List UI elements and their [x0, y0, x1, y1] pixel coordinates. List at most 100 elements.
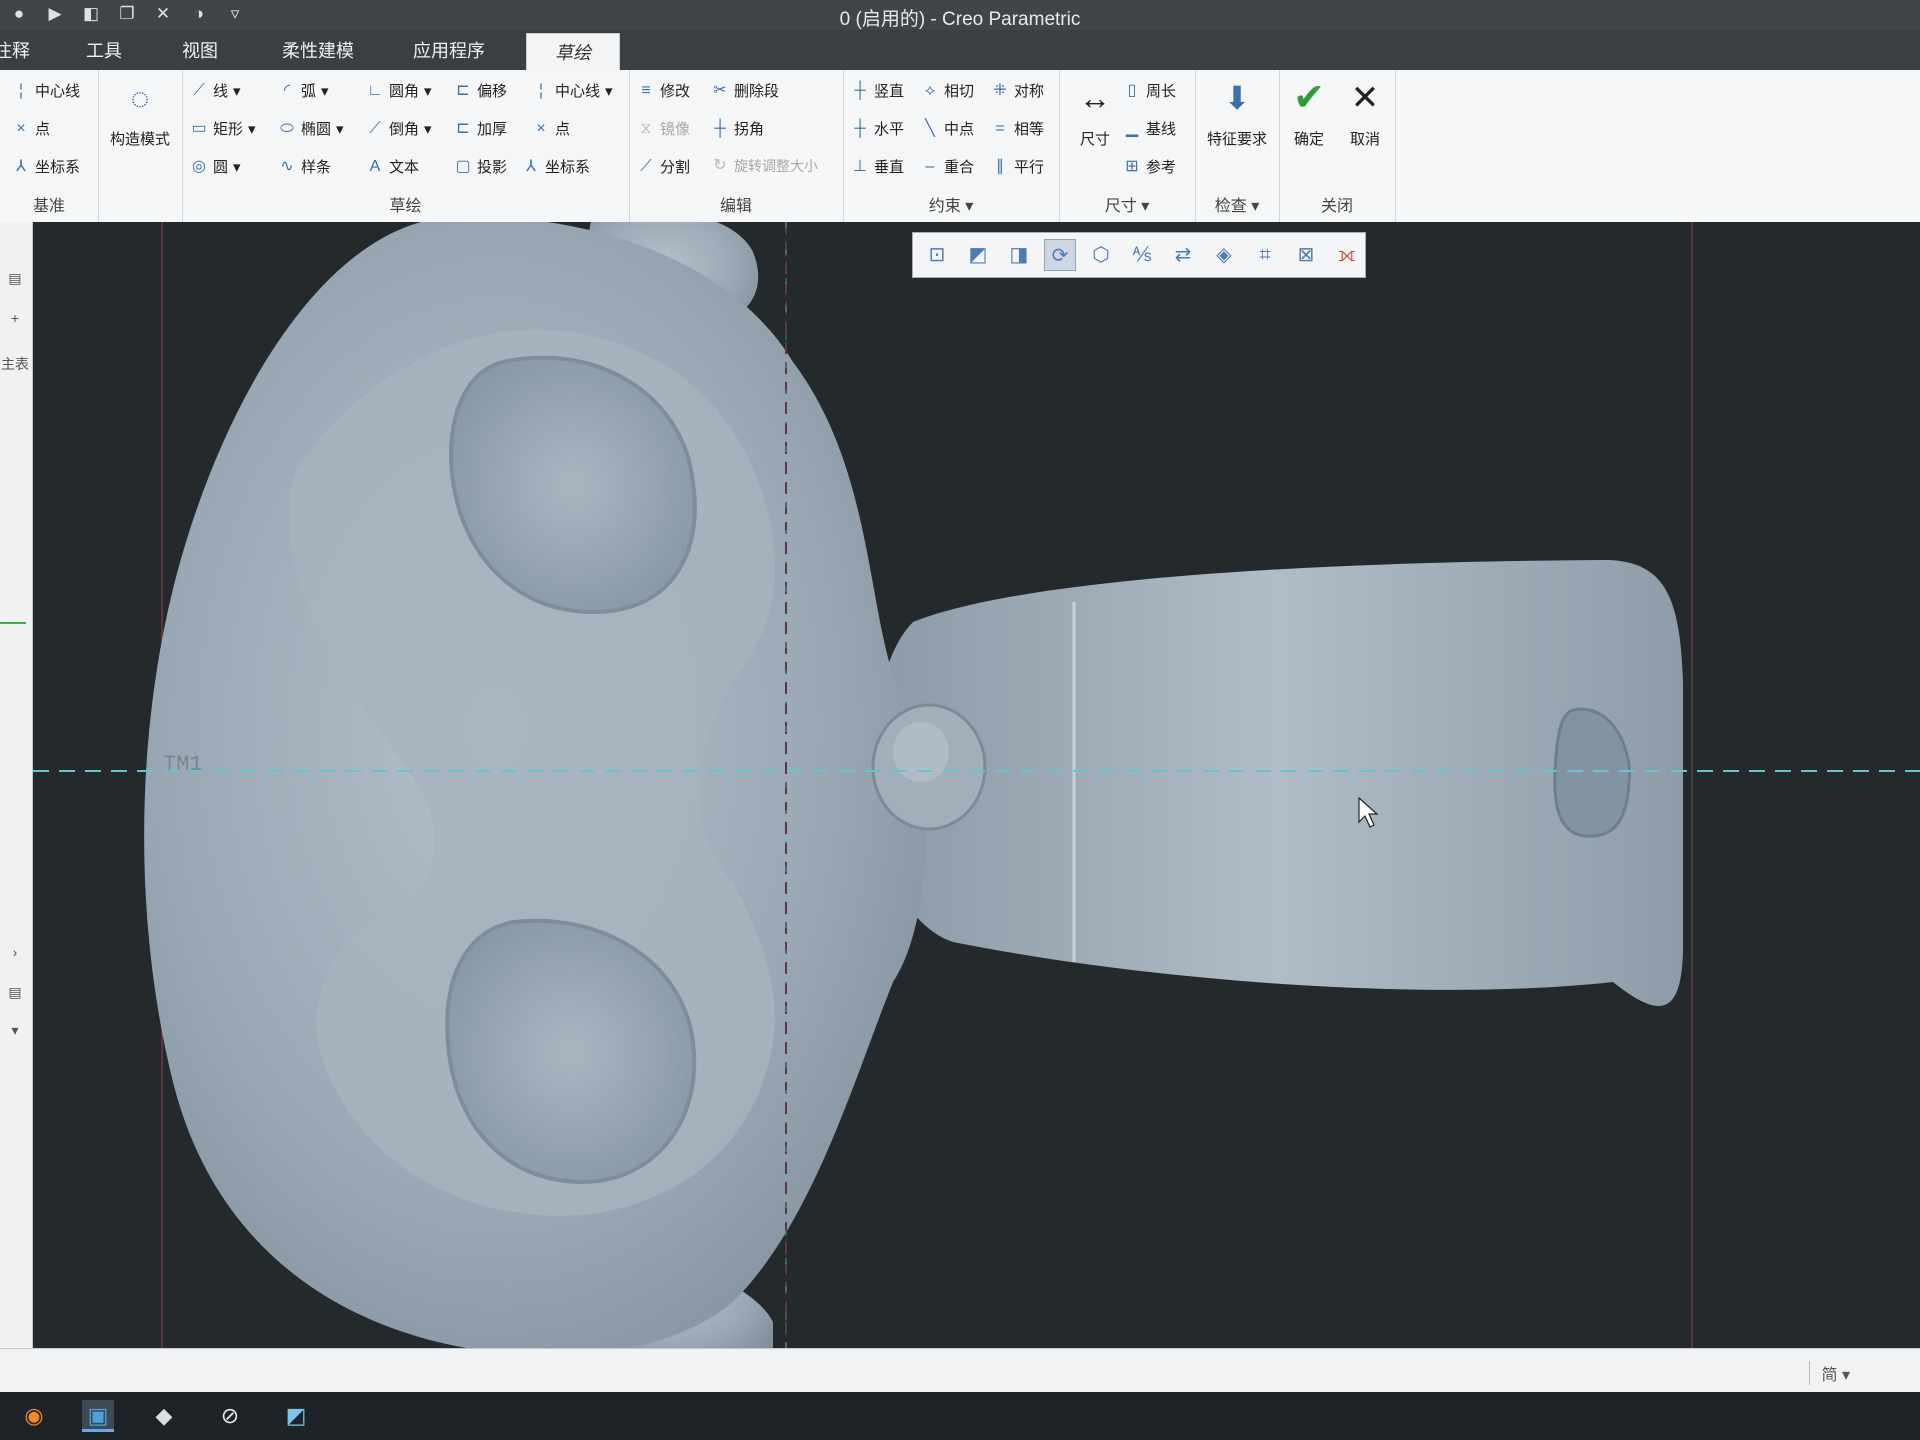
group-constrain: ┼ 竖直 ⟡ 相切 ⁜ 对称 ┼ 水平 ╲ 中点 = 相等 ⊥ 垂直 ‒ 重合 ∥ 平行 约束 ▾ — [843, 70, 1060, 222]
centerline-button[interactable]: ¦ 中心线 — [12, 80, 80, 101]
feature-requirements-button[interactable]: ⬇ 特征要求 — [1197, 70, 1277, 149]
line-button[interactable]: ⟋ 线 ▾ — [190, 80, 241, 101]
model-canvas[interactable]: TM1 — [33, 222, 1920, 1348]
sketcher-display-icon[interactable]: ⟗ — [1331, 239, 1363, 271]
circle-button[interactable]: ◎ 圆 ▾ — [190, 156, 241, 177]
symmetric-constraint-button[interactable]: ⁜ 对称 — [991, 80, 1044, 101]
mirror-icon: ⧖ — [640, 119, 652, 137]
construction-mode-button[interactable]: ◌ 构造模式 — [108, 70, 172, 149]
chevron-down-icon[interactable]: ▾ — [0, 1022, 30, 1039]
coincident-constraint-button[interactable]: ‒ 重合 — [921, 156, 974, 177]
thicken-button[interactable]: ⊏ 加厚 — [454, 118, 507, 139]
reference-button[interactable]: ⊞ 参考 — [1123, 156, 1176, 177]
taskbar: ◉ ▣ ◆ ⊘ ◩ — [0, 1392, 1920, 1440]
tab-view[interactable]: 视图 — [182, 30, 218, 70]
divide-button[interactable]: ⟋ 分割 — [637, 156, 690, 177]
sketch-point-button[interactable]: × 点 — [532, 118, 570, 139]
text-icon: A — [369, 157, 381, 175]
chevron-down-icon[interactable]: ▾ — [233, 158, 241, 176]
chevron-down-icon[interactable]: ▾ — [233, 82, 241, 100]
group-title-dimension[interactable]: 尺寸 ▾ — [1059, 192, 1195, 216]
sketch-view-icon[interactable]: ⌗ — [1249, 239, 1281, 271]
circle-icon: ◎ — [192, 157, 206, 175]
chevron-right-icon[interactable]: › — [0, 944, 30, 960]
perpendicular-icon: ⊥ — [853, 157, 867, 175]
dimension-button[interactable]: ↔ 尺寸 — [1063, 70, 1127, 149]
add-icon[interactable]: + — [0, 310, 30, 326]
datum-display-icon[interactable]: ⊠ — [1290, 239, 1322, 271]
spline-button[interactable]: ∿ 样条 — [278, 156, 331, 177]
checkmark-icon: ✔ — [1293, 77, 1325, 119]
group-title-inspect[interactable]: 检查 ▾ — [1195, 192, 1279, 216]
creo-icon[interactable]: ▣ — [82, 1400, 114, 1432]
baseline-button[interactable]: ▁ 基线 — [1123, 118, 1176, 139]
sketch-app-icon[interactable]: ⊘ — [214, 1400, 246, 1432]
corner-button[interactable]: ┼ 拐角 — [711, 118, 764, 139]
group-title-sketch: 草绘 — [389, 198, 422, 215]
ellipse-button[interactable]: ⬭ 椭圆 ▾ — [278, 118, 344, 139]
repaint-icon[interactable]: ⟳ — [1044, 239, 1076, 271]
notes-icon[interactable]: ◩ — [280, 1400, 312, 1432]
vertical-constraint-button[interactable]: ┼ 竖直 — [851, 80, 904, 101]
rotate-resize-button[interactable]: ↻ 旋转调整大小 — [711, 156, 818, 176]
sketch-centerline-button[interactable]: ¦ 中心线 ▾ — [532, 80, 613, 101]
tab-sketch[interactable]: 草绘 — [526, 33, 620, 71]
zoom-out-icon[interactable]: ◨ — [1003, 239, 1035, 271]
dimension-icon: ↔ — [1079, 80, 1111, 116]
view-manager-icon[interactable]: ⇄ — [1167, 239, 1199, 271]
delete-segment-button[interactable]: ✂ 删除段 — [711, 80, 779, 101]
zoom-in-icon[interactable]: ◩ — [962, 239, 994, 271]
perimeter-button[interactable]: ▯ 周长 — [1123, 80, 1176, 101]
centerline-icon: ¦ — [18, 81, 24, 99]
saved-orientation-icon[interactable]: ⅍ — [1126, 239, 1158, 271]
input-method-indicator[interactable]: 简 ▾ — [1808, 1361, 1850, 1385]
refit-icon[interactable]: ⊡ — [921, 239, 953, 271]
graphics-window[interactable]: TM1 — [33, 222, 1920, 1348]
chevron-down-icon[interactable]: ▾ — [321, 82, 329, 100]
title-bar: ● ▶ ◧ ❐ ✕ ◑ ▿ 0 (启用的) - Creo Parametric — [0, 0, 1920, 30]
fillet-button[interactable]: ∟ 圆角 ▾ — [366, 80, 432, 101]
chevron-down-icon[interactable]: ▾ — [424, 120, 432, 138]
blender-icon[interactable]: ◉ — [18, 1400, 50, 1432]
group-dimension: ↔ 尺寸 ▯ 周长 ▁ 基线 ⊞ 参考 尺寸 ▾ — [1059, 70, 1196, 222]
rectangle-button[interactable]: ▭ 矩形 ▾ — [190, 118, 256, 139]
tab-applications[interactable]: 应用程序 — [413, 30, 485, 70]
point-button[interactable]: × 点 — [12, 118, 50, 139]
ok-button[interactable]: ✔ 确定 — [1281, 70, 1337, 149]
arc-button[interactable]: ◜ 弧 ▾ — [278, 80, 329, 101]
chevron-down-icon[interactable]: ▾ — [424, 82, 432, 100]
baseline-icon: ▁ — [1125, 119, 1139, 137]
midpoint-constraint-button[interactable]: ╲ 中点 — [921, 118, 974, 139]
chevron-down-icon[interactable]: ▾ — [605, 82, 613, 100]
mirror-button[interactable]: ⧖ 镜像 — [637, 118, 690, 139]
parallel-constraint-button[interactable]: ∥ 平行 — [991, 156, 1044, 177]
chevron-down-icon[interactable]: ▾ — [248, 120, 256, 138]
project-icon: ▢ — [455, 157, 471, 175]
group-title-constrain[interactable]: 约束 ▾ — [843, 192, 1059, 216]
project-button[interactable]: ▢ 投影 — [454, 156, 507, 177]
display-style-icon[interactable]: ⬡ — [1085, 239, 1117, 271]
text-button[interactable]: A 文本 — [366, 156, 419, 177]
tab-annotate[interactable]: 注释 — [0, 30, 30, 70]
chevron-down-icon[interactable]: ▾ — [336, 120, 344, 138]
chamfer-button[interactable]: ⟋ 倒角 ▾ — [366, 118, 432, 139]
document-icon[interactable]: ▤ — [0, 270, 30, 287]
cancel-button[interactable]: ✕ 取消 — [1337, 70, 1393, 149]
horizontal-constraint-button[interactable]: ┼ 水平 — [851, 118, 904, 139]
construction-mode-icon: ◌ — [130, 80, 150, 116]
perpendicular-constraint-button[interactable]: ⊥ 垂直 — [851, 156, 904, 177]
layer-icon[interactable]: ▤ — [0, 984, 30, 1001]
tangent-constraint-button[interactable]: ⟡ 相切 — [921, 80, 974, 101]
chevron-down-icon: ▾ — [965, 198, 974, 215]
sketch-csys-button[interactable]: ⅄ 坐标系 — [522, 156, 590, 177]
offset-button[interactable]: ⊏ 偏移 — [454, 80, 507, 101]
tab-tools[interactable]: 工具 — [86, 30, 122, 70]
perspective-icon[interactable]: ◈ — [1208, 239, 1240, 271]
equal-constraint-button[interactable]: = 相等 — [991, 118, 1044, 139]
csys-button[interactable]: ⅄ 坐标系 — [12, 156, 80, 177]
modify-button[interactable]: ≡ 修改 — [637, 80, 690, 101]
app-icon[interactable]: ◆ — [148, 1400, 180, 1432]
tab-flexible-modeling[interactable]: 柔性建模 — [282, 30, 354, 70]
left-panel-label[interactable]: 主表 — [0, 354, 30, 374]
active-indicator — [0, 622, 26, 624]
